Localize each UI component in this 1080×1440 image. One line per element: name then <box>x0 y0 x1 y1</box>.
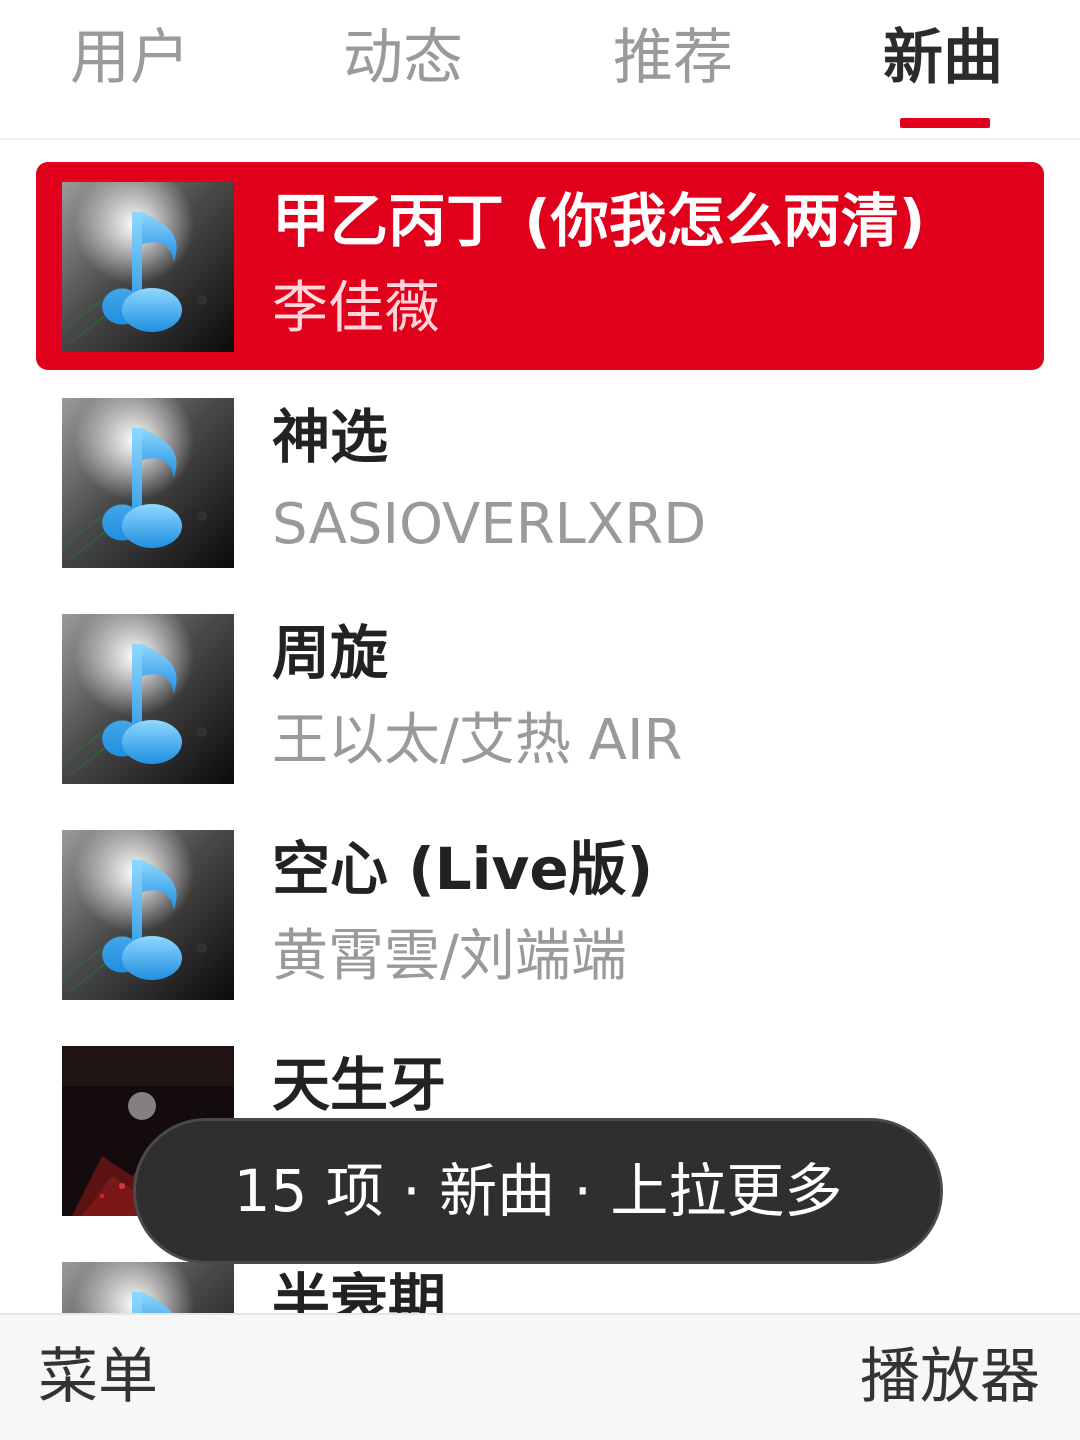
song-artist: SASIOVERLXRD <box>272 492 707 557</box>
song-title: 空心 (Live版) <box>272 835 654 903</box>
song-artist: 李佳薇 <box>272 276 440 341</box>
tab-new-songs[interactable]: 新曲 <box>843 18 1043 98</box>
toast-message: 15 项 · 新曲 · 上拉更多 <box>133 1118 943 1264</box>
music-note-icon <box>62 182 234 352</box>
tab-feed[interactable]: 动态 <box>303 18 503 98</box>
tab-bar: 用户 动态 推荐 新曲 <box>0 0 1080 140</box>
tab-users[interactable]: 用户 <box>30 18 230 98</box>
music-note-icon <box>62 398 234 568</box>
music-note-icon <box>62 614 234 784</box>
song-title: 甲乙丙丁 (你我怎么两清) <box>272 187 926 255</box>
tab-recommend[interactable]: 推荐 <box>573 18 773 98</box>
song-title: 半衰期 <box>272 1267 447 1313</box>
music-note-icon <box>62 830 234 1000</box>
song-row[interactable]: 周旋 王以太/艾热 AIR <box>36 594 1044 802</box>
menu-softkey[interactable]: 菜单 <box>38 1339 158 1415</box>
bottom-softkey-bar: 菜单 播放器 <box>0 1313 1080 1440</box>
song-row[interactable]: 空心 (Live版) 黄霄雲/刘端端 <box>36 810 1044 1018</box>
music-note-icon <box>62 1262 234 1313</box>
player-softkey[interactable]: 播放器 <box>860 1339 1040 1415</box>
song-artist: 黄霄雲/刘端端 <box>272 924 627 989</box>
screen: 用户 动态 推荐 新曲 甲乙丙丁 (你我怎么两清) 李佳薇 神选 SASIOVE… <box>0 0 1080 1440</box>
song-title: 周旋 <box>272 619 389 687</box>
song-row[interactable]: 神选 SASIOVERLXRD <box>36 378 1044 586</box>
song-row[interactable]: 甲乙丙丁 (你我怎么两清) 李佳薇 <box>36 162 1044 370</box>
song-artist: 王以太/艾热 AIR <box>272 708 683 773</box>
song-title: 天生牙 <box>272 1051 447 1119</box>
song-title: 神选 <box>272 403 389 471</box>
active-tab-indicator <box>900 118 990 128</box>
